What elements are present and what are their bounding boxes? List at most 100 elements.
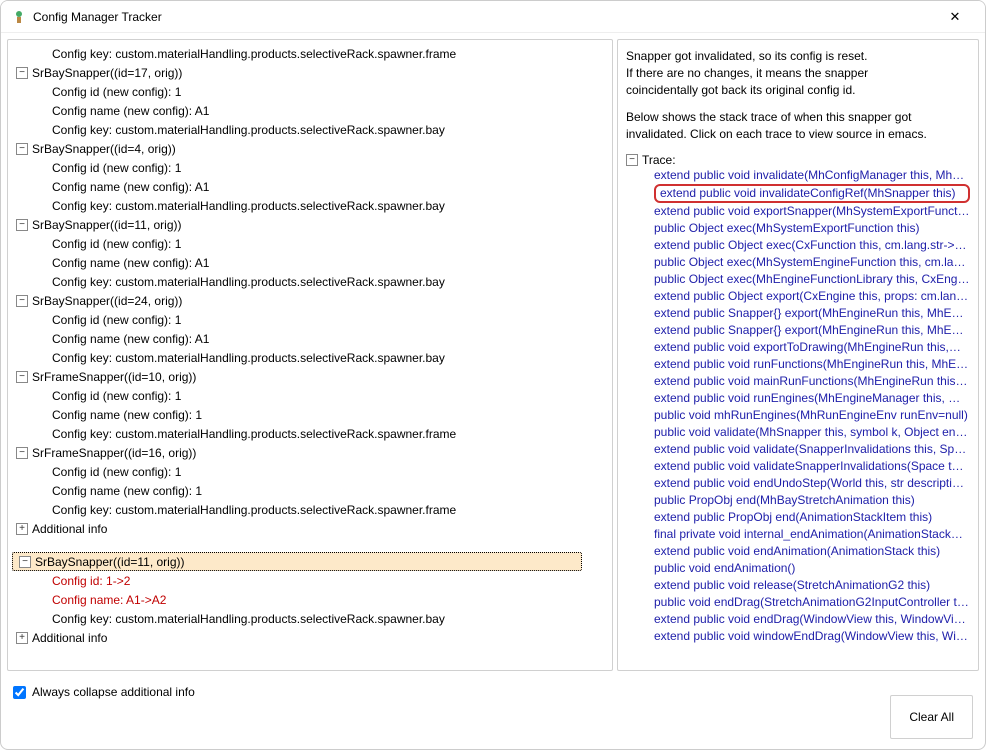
clear-all-button[interactable]: Clear All [890, 695, 973, 739]
trace-item[interactable]: extend public Object export(CxEngine thi… [654, 288, 970, 305]
trace-panel[interactable]: Snapper got invalidated, so its config i… [617, 39, 979, 671]
expand-toggle-icon[interactable]: − [626, 154, 638, 166]
tree-row-label: Config id (new config): 1 [52, 85, 181, 99]
tree-row[interactable]: + Additional info [12, 519, 608, 538]
tree-row[interactable]: Config id (new config): 1 [12, 462, 608, 481]
trace-list: extend public void invalidate(MhConfigMa… [626, 167, 970, 645]
window-frame: Config Manager Tracker ✕ Config key: cus… [0, 0, 986, 750]
collapse-toggle-icon[interactable]: − [16, 219, 28, 231]
trace-item[interactable]: extend public Snapper{} export(MhEngineR… [654, 322, 970, 339]
tree-row-label: Config key: custom.materialHandling.prod… [52, 123, 445, 137]
app-icon [11, 9, 27, 25]
trace-item[interactable]: public Object exec(MhEngineFunctionLibra… [654, 271, 970, 288]
trace-item[interactable]: extend public Object exec(CxFunction thi… [654, 237, 970, 254]
trace-item[interactable]: extend public void endDrag(WindowView th… [654, 611, 970, 628]
collapse-toggle-icon[interactable]: − [19, 556, 31, 568]
tree-row[interactable]: Config name: A1->A2 [12, 590, 608, 609]
close-icon: ✕ [950, 9, 961, 25]
trace-item[interactable]: extend public void invalidate(MhConfigMa… [654, 167, 970, 184]
trace-item[interactable]: public void endDrag(StretchAnimationG2In… [654, 594, 970, 611]
titlebar: Config Manager Tracker ✕ [1, 1, 985, 33]
trace-item[interactable]: extend public void validateSnapperInvali… [654, 458, 970, 475]
tree-row[interactable]: Config name (new config): 1 [12, 405, 608, 424]
tree-row[interactable]: −SrBaySnapper((id=17, orig)) [12, 63, 608, 82]
tree-row[interactable]: −SrBaySnapper((id=11, orig)) [12, 215, 608, 234]
tree-row[interactable]: + Additional info [12, 628, 608, 647]
tree-row-label: Config key: custom.materialHandling.prod… [52, 275, 445, 289]
trace-item[interactable]: extend public Snapper{} export(MhEngineR… [654, 305, 970, 322]
trace-item[interactable]: public void endAnimation() [654, 560, 970, 577]
collapse-toggle-icon[interactable]: − [16, 143, 28, 155]
expand-toggle-icon[interactable]: + [16, 632, 28, 644]
trace-item[interactable]: extend public void invalidateConfigRef(M… [654, 184, 970, 203]
collapse-checkbox-row[interactable]: Always collapse additional info [13, 685, 195, 699]
trace-item[interactable]: final private void internal_endAnimation… [654, 526, 970, 543]
tree-row[interactable]: Config id (new config): 1 [12, 310, 608, 329]
trace-item[interactable]: extend public void runEngines(MhEngineMa… [654, 390, 970, 407]
tree-row-label: Additional info [32, 631, 107, 645]
expand-toggle-icon[interactable]: + [16, 523, 28, 535]
trace-item[interactable]: extend public void windowEndDrag(WindowV… [654, 628, 970, 645]
tree-row[interactable]: Config key: custom.materialHandling.prod… [12, 348, 608, 367]
tree-row[interactable]: Config name (new config): A1 [12, 101, 608, 120]
tree-row[interactable]: Config key: custom.materialHandling.prod… [12, 424, 608, 443]
tree-row-label: Config id (new config): 1 [52, 237, 181, 251]
tree-row-label: SrBaySnapper((id=17, orig)) [32, 66, 182, 80]
tree-row[interactable]: Config id (new config): 1 [12, 82, 608, 101]
tree-row[interactable]: Config name (new config): A1 [12, 177, 608, 196]
trace-item[interactable]: extend public void runFunctions(MhEngine… [654, 356, 970, 373]
trace-item[interactable]: extend public void release(StretchAnimat… [654, 577, 970, 594]
tree-row[interactable]: −SrFrameSnapper((id=16, orig)) [12, 443, 608, 462]
trace-item[interactable]: extend public void endUndoStep(World thi… [654, 475, 970, 492]
tree-row[interactable]: Config key: custom.materialHandling.prod… [12, 272, 608, 291]
trace-item[interactable]: public PropObj end(MhBayStretchAnimation… [654, 492, 970, 509]
trace-item[interactable]: extend public void validate(SnapperInval… [654, 441, 970, 458]
collapse-toggle-icon[interactable]: − [16, 447, 28, 459]
tree-row-label: Config id (new config): 1 [52, 313, 181, 327]
config-tree-panel[interactable]: Config key: custom.materialHandling.prod… [7, 39, 613, 671]
tree-row[interactable]: Config name (new config): 1 [12, 481, 608, 500]
tree-row[interactable]: Config id (new config): 1 [12, 234, 608, 253]
close-button[interactable]: ✕ [935, 3, 975, 31]
tree-row-label: Config key: custom.materialHandling.prod… [52, 427, 456, 441]
tree-row[interactable]: Config id: 1->2 [12, 571, 608, 590]
tree-row[interactable]: Config key: custom.materialHandling.prod… [12, 609, 608, 628]
tree-row[interactable]: Config key: custom.materialHandling.prod… [12, 500, 608, 519]
collapse-toggle-icon[interactable]: − [16, 371, 28, 383]
tree-row-label: Config key: custom.materialHandling.prod… [52, 199, 445, 213]
tree-row-label: Config id (new config): 1 [52, 465, 181, 479]
trace-item[interactable]: public Object exec(MhSystemEngineFunctio… [654, 254, 970, 271]
window-title: Config Manager Tracker [33, 10, 935, 24]
trace-root[interactable]: − Trace: [626, 153, 970, 167]
trace-item[interactable]: extend public void endAnimation(Animatio… [654, 543, 970, 560]
tree-row[interactable]: Config id (new config): 1 [12, 386, 608, 405]
tree-row[interactable]: Config key: custom.materialHandling.prod… [12, 44, 608, 63]
tree-row-label: Config name (new config): A1 [52, 256, 209, 270]
trace-item[interactable]: public void validate(MhSnapper this, sym… [654, 424, 970, 441]
tree-row-label: Config key: custom.materialHandling.prod… [52, 503, 456, 517]
collapse-toggle-icon[interactable]: − [16, 295, 28, 307]
trace-item[interactable]: public Object exec(MhSystemExportFunctio… [654, 220, 970, 237]
trace-intro-1: Snapper got invalidated, so its config i… [626, 48, 970, 99]
tree-row-label: Additional info [32, 522, 107, 536]
trace-item[interactable]: extend public void exportToDrawing(MhEng… [654, 339, 970, 356]
tree-row[interactable]: Config name (new config): A1 [12, 329, 608, 348]
trace-item[interactable]: extend public void mainRunFunctions(MhEn… [654, 373, 970, 390]
tree-row-label: Config name (new config): A1 [52, 180, 209, 194]
tree-row-label: SrBaySnapper((id=24, orig)) [32, 294, 182, 308]
trace-item[interactable]: public void mhRunEngines(MhRunEngineEnv … [654, 407, 970, 424]
tree-row[interactable]: Config key: custom.materialHandling.prod… [12, 120, 608, 139]
collapse-toggle-icon[interactable]: − [16, 67, 28, 79]
tree-row[interactable]: −SrBaySnapper((id=24, orig)) [12, 291, 608, 310]
tree-row[interactable]: −SrBaySnapper((id=4, orig)) [12, 139, 608, 158]
trace-item[interactable]: extend public void exportSnapper(MhSyste… [654, 203, 970, 220]
trace-item[interactable]: extend public PropObj end(AnimationStack… [654, 509, 970, 526]
tree-row[interactable]: Config key: custom.materialHandling.prod… [12, 196, 608, 215]
tree-row[interactable]: Config id (new config): 1 [12, 158, 608, 177]
tree-row-label: Config id (new config): 1 [52, 161, 181, 175]
collapse-checkbox[interactable] [13, 686, 26, 699]
tree-row[interactable]: −SrFrameSnapper((id=10, orig)) [12, 367, 608, 386]
tree-row-label: Config name (new config): 1 [52, 484, 202, 498]
tree-row[interactable]: −SrBaySnapper((id=11, orig)) [12, 552, 582, 571]
tree-row[interactable]: Config name (new config): A1 [12, 253, 608, 272]
